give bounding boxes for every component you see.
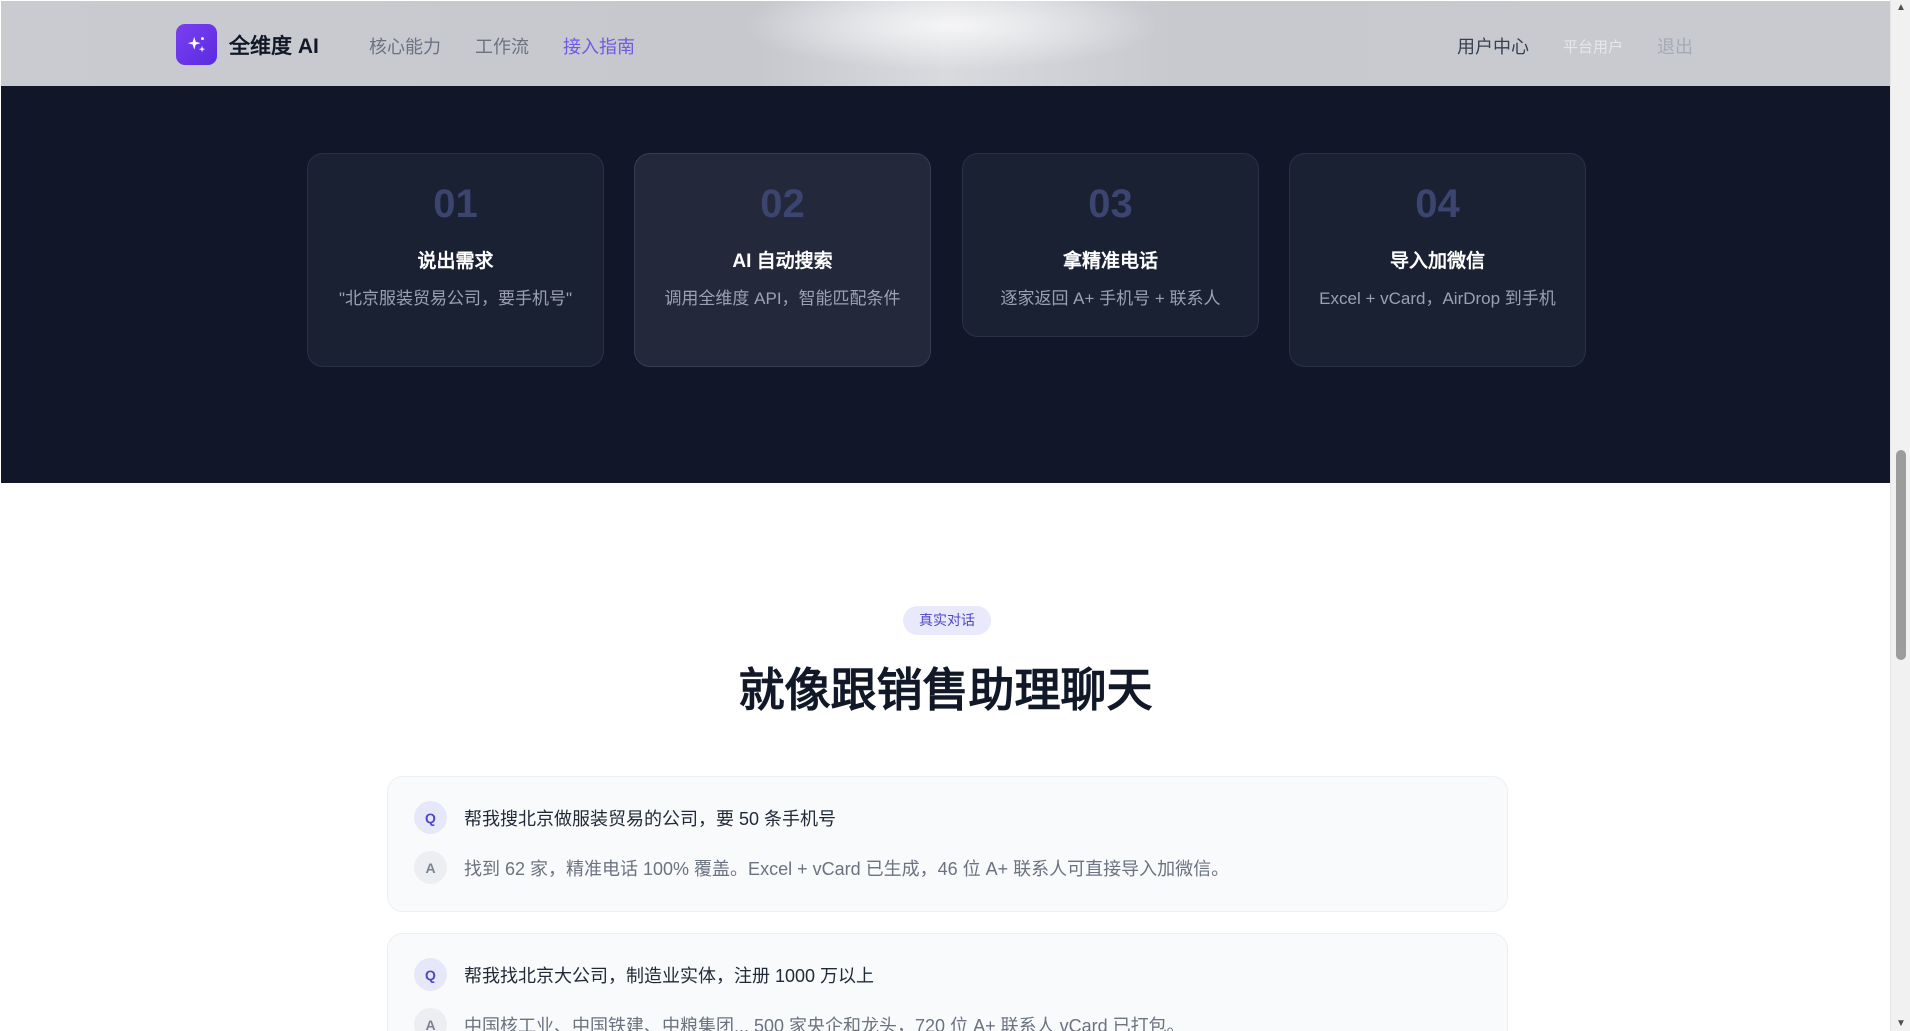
- answer-row: A 中国核工业、中国铁建、中粮集团... 500 家央企和龙头，720 位 A+…: [414, 1008, 1185, 1031]
- step-description: Excel + vCard，AirDrop 到手机: [1319, 289, 1556, 308]
- scroll-up-arrow-icon[interactable]: ▲: [1896, 2, 1906, 13]
- step-card-1: 01 说出需求 "北京服装贸易公司，要手机号": [307, 153, 604, 367]
- viewport: 全维度 AI 核心能力 工作流 接入指南 用户中心 平台用户 退出 01 说出需…: [1, 1, 1890, 1031]
- step-description: 调用全维度 API，智能匹配条件: [664, 289, 901, 308]
- step-card-4: 04 导入加微信 Excel + vCard，AirDrop 到手机: [1289, 153, 1586, 367]
- question-row: Q 帮我搜北京做服装贸易的公司，要 50 条手机号: [414, 801, 836, 834]
- scroll-down-arrow-icon[interactable]: ▼: [1896, 1018, 1906, 1029]
- brand-name[interactable]: 全维度 AI: [229, 30, 319, 60]
- step-number: 04: [1415, 182, 1460, 226]
- page: 全维度 AI 核心能力 工作流 接入指南 用户中心 平台用户 退出 01 说出需…: [0, 0, 1910, 1031]
- answer-text: 中国核工业、中国铁建、中粮集团... 500 家央企和龙头，720 位 A+ 联…: [464, 1015, 1185, 1031]
- step-card-3: 03 拿精准电话 逐家返回 A+ 手机号 + 联系人: [962, 153, 1259, 337]
- logout-link[interactable]: 退出: [1657, 33, 1693, 59]
- platform-user-label: 平台用户: [1562, 38, 1623, 56]
- vertical-scrollbar[interactable]: ▲ ▼: [1890, 0, 1910, 1031]
- user-center-link[interactable]: 用户中心: [1457, 33, 1529, 59]
- step-number: 01: [433, 182, 478, 226]
- answer-text: 找到 62 家，精准电话 100% 覆盖。Excel + vCard 已生成，4…: [464, 858, 1230, 879]
- logo-button[interactable]: [176, 24, 217, 65]
- header-glow: [741, 1, 1161, 71]
- section-tag: 真实对话: [903, 606, 991, 635]
- step-title: 说出需求: [417, 251, 494, 272]
- top-navbar: 全维度 AI 核心能力 工作流 接入指南 用户中心 平台用户 退出: [1, 1, 1890, 86]
- question-text: 帮我搜北京做服装贸易的公司，要 50 条手机号: [464, 808, 837, 829]
- chat-example-card: Q 帮我找北京大公司，制造业实体，注册 1000 万以上 A 中国核工业、中国铁…: [387, 933, 1508, 1031]
- workflow-steps-section: 01 说出需求 "北京服装贸易公司，要手机号" 02 AI 自动搜索 调用全维度…: [1, 86, 1890, 483]
- step-title: AI 自动搜索: [732, 251, 833, 272]
- step-description: 逐家返回 A+ 手机号 + 联系人: [1000, 289, 1221, 308]
- scrollbar-thumb[interactable]: [1896, 450, 1906, 660]
- question-text: 帮我找北京大公司，制造业实体，注册 1000 万以上: [464, 965, 875, 986]
- answer-row: A 找到 62 家，精准电话 100% 覆盖。Excel + vCard 已生成…: [414, 851, 1229, 884]
- question-badge: Q: [414, 958, 447, 991]
- step-description: "北京服装贸易公司，要手机号": [338, 289, 573, 308]
- nav-item-integration-guide[interactable]: 接入指南: [563, 33, 635, 59]
- answer-badge: A: [414, 851, 447, 884]
- main-nav: 核心能力 工作流 接入指南: [369, 33, 635, 59]
- user-nav: 用户中心 平台用户 退出: [1457, 33, 1693, 59]
- step-card-2: 02 AI 自动搜索 调用全维度 API，智能匹配条件: [634, 153, 931, 367]
- step-number: 03: [1088, 182, 1133, 226]
- question-row: Q 帮我找北京大公司，制造业实体，注册 1000 万以上: [414, 958, 874, 991]
- nav-item-workflow[interactable]: 工作流: [475, 33, 529, 59]
- step-title: 拿精准电话: [1062, 251, 1158, 272]
- section-title: 就像跟销售助理聊天: [738, 664, 1153, 716]
- step-title: 导入加微信: [1389, 251, 1485, 272]
- question-badge: Q: [414, 801, 447, 834]
- chat-example-card: Q 帮我搜北京做服装贸易的公司，要 50 条手机号 A 找到 62 家，精准电话…: [387, 776, 1508, 912]
- step-number: 02: [760, 182, 805, 226]
- sparkle-icon: [187, 36, 205, 52]
- nav-item-core-capabilities[interactable]: 核心能力: [369, 33, 441, 59]
- answer-badge: A: [414, 1008, 447, 1031]
